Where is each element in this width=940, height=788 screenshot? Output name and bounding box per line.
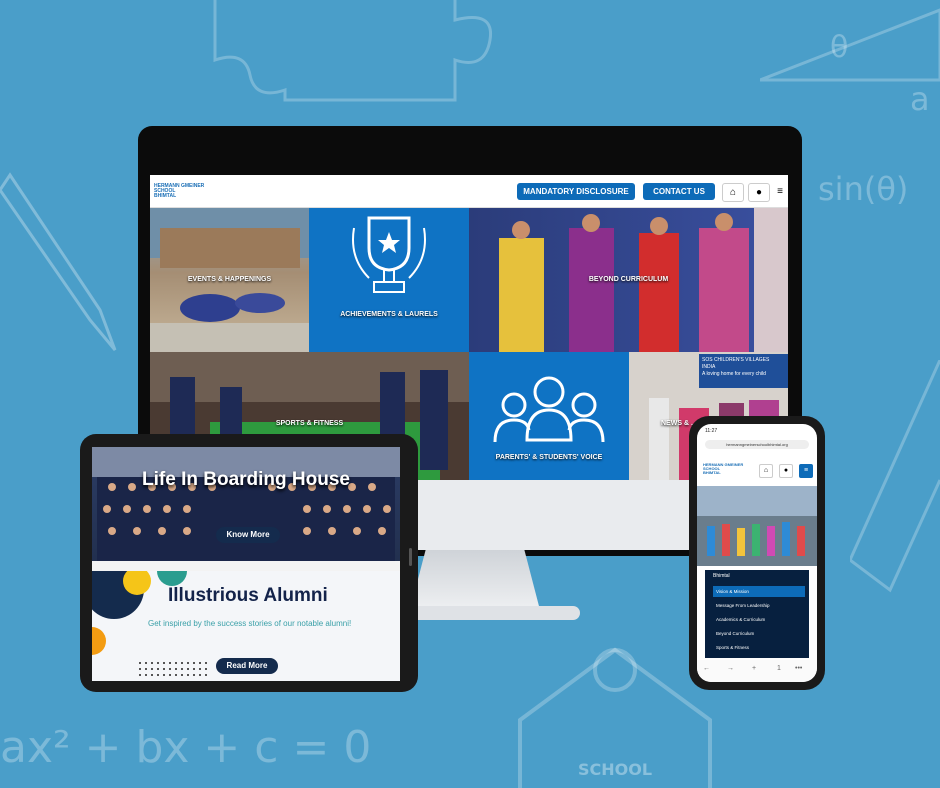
know-more-button[interactable]: Know More xyxy=(216,527,280,543)
menu-item-vision-mission[interactable]: Vision & Mission xyxy=(713,586,805,597)
logo-line-3: BHIMTAL xyxy=(154,193,177,199)
new-tab-icon[interactable]: + xyxy=(752,665,756,672)
assembly-photo xyxy=(697,486,817,566)
tile-label: BEYOND CURRICULUM xyxy=(588,276,669,283)
menu-item-academics[interactable]: Academics & Curriculum xyxy=(713,614,805,625)
read-more-button[interactable]: Read More xyxy=(216,658,278,674)
tile-label: PARENTS' & STUDENTS' VOICE xyxy=(495,454,603,461)
tile-label: EVENTS & HAPPENINGS xyxy=(187,276,272,283)
banner-line-2: INDIA xyxy=(702,364,716,370)
menu-item-message-leadership[interactable]: Message From Leadership xyxy=(713,600,805,611)
tile-achievements-laurels[interactable]: ACHIEVEMENTS & LAURELS xyxy=(309,208,469,352)
contact-us-button[interactable]: CONTACT US xyxy=(643,183,715,200)
forward-icon[interactable]: → xyxy=(727,665,734,672)
url-bar[interactable]: hermanngmeinerschoolbhimtal.org xyxy=(705,440,809,449)
back-icon[interactable]: ← xyxy=(703,665,710,672)
boarding-title: Life In Boarding House xyxy=(142,469,350,490)
home-icon[interactable]: ⌂ xyxy=(722,183,744,202)
quadratic-doodle: ax² + bx + c = 0 xyxy=(0,722,372,773)
mobile-home-icon[interactable]: ⌂ xyxy=(759,464,773,478)
sos-banner: SOS CHILDREN'S VILLAGES INDIA A loving h… xyxy=(699,354,788,388)
mobile-user-icon[interactable]: ● xyxy=(779,464,793,478)
tile-parents-students-voice[interactable]: PARENTS' & STUDENTS' VOICE xyxy=(469,352,629,480)
site-header: HERMANN GMEINER SCHOOL BHIMTAL MANDATORY… xyxy=(150,175,788,208)
school-logo[interactable]: HERMANN GMEINER SCHOOL BHIMTAL xyxy=(154,184,214,199)
menu-item-beyond-curriculum[interactable]: Beyond Curriculum xyxy=(713,628,805,639)
menu-icon[interactable]: ≡ xyxy=(774,183,786,200)
mobile-nav-menu: Bhimtal Vision & Mission Message From Le… xyxy=(705,570,809,658)
theta-doodle: θ xyxy=(830,30,849,65)
trophy-icon xyxy=(352,216,426,293)
mobile-menu-icon[interactable]: ≡ xyxy=(799,464,813,478)
mandatory-disclosure-button[interactable]: MANDATORY DISCLOSURE xyxy=(517,183,635,200)
set-square-doodle xyxy=(760,8,940,82)
sin-theta-doodle: sin(θ) xyxy=(818,170,909,208)
browser-bottom-bar: ← → + 1 ••• xyxy=(697,660,817,682)
alumni-subtitle: Get inspired by the success stories of o… xyxy=(148,619,352,628)
user-icon[interactable]: ● xyxy=(748,183,770,202)
a-doodle: a xyxy=(910,80,930,118)
alumni-section: Illustrious Alumni Get inspired by the s… xyxy=(92,571,400,681)
people-icon xyxy=(493,376,605,443)
mobile-hero-photo xyxy=(697,486,817,566)
school-doodle-text: SCHOOL xyxy=(578,760,652,779)
monitor-stand xyxy=(410,550,540,610)
mobile-site: 11:27 hermanngmeinerschoolbhimtal.org HE… xyxy=(697,424,817,682)
tablet-site: Life In Boarding House Know More Illustr… xyxy=(92,447,400,681)
tile-label: ACHIEVEMENTS & LAURELS xyxy=(340,311,438,318)
more-icon[interactable]: ••• xyxy=(795,665,802,672)
puzzle-piece-doodle xyxy=(213,0,493,102)
ruler-doodle xyxy=(850,360,940,593)
tile-label: SPORTS & FITNESS xyxy=(275,420,344,427)
tabs-icon[interactable]: 1 xyxy=(777,665,781,672)
tile-beyond-curriculum[interactable]: BEYOND CURRICULUM xyxy=(469,208,788,352)
banner-line-3: A loving home for every child xyxy=(702,371,766,377)
alumni-title: Illustrious Alumni xyxy=(168,585,328,606)
boarding-house-banner: Life In Boarding House Know More xyxy=(92,447,400,561)
boarding-group-photo xyxy=(92,447,400,561)
pencil-doodle xyxy=(0,172,117,351)
tablet-camera xyxy=(409,548,412,566)
banner-line-1: SOS CHILDREN'S VILLAGES xyxy=(702,357,770,363)
menu-header-bhimtal[interactable]: Bhimtal xyxy=(713,573,730,579)
mobile-school-logo[interactable]: HERMANN GMEINER SCHOOL BHIMTAL xyxy=(703,463,743,475)
tile-events-happenings[interactable]: EVENTS & HAPPENINGS xyxy=(150,208,309,352)
status-time: 11:27 xyxy=(705,428,718,434)
menu-item-sports-fitness[interactable]: Sports & Fitness xyxy=(713,642,805,653)
mobile-logo-line-3: BHIMTAL xyxy=(703,470,721,475)
